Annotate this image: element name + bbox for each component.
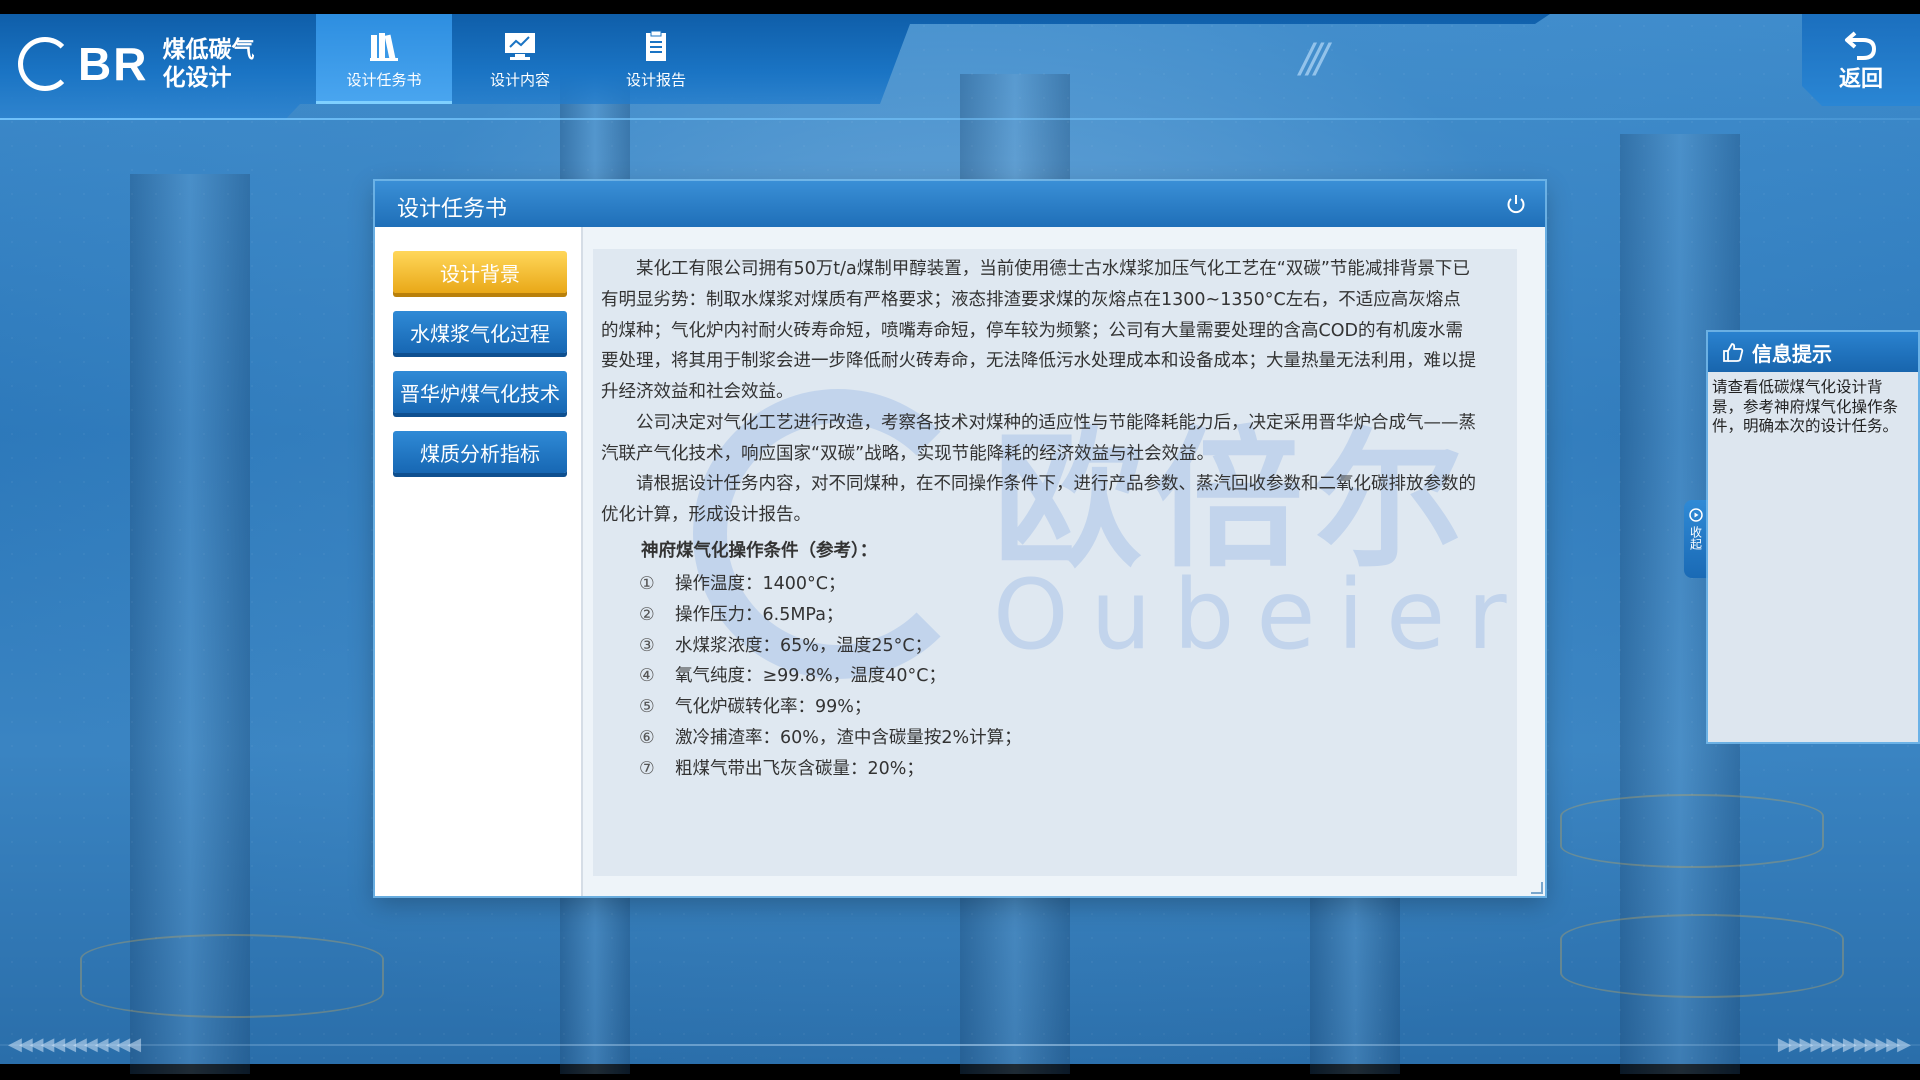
info-panel: 信息提示 请查看低碳煤气化设计背景，参考神府煤气化操作条件，明确本次的设计任务。 [1708, 332, 1918, 742]
books-icon [370, 32, 398, 61]
footer-arrows-left: ◀◀◀◀◀◀◀◀◀◀◀◀ [8, 1034, 141, 1055]
monitor-icon [505, 32, 535, 60]
content-panel[interactable]: 欧倍尔 Oubeier 某化工有限公司拥有50万t/a煤制甲醇装置，当前使用德士… [593, 249, 1517, 876]
back-label: 返回 [1838, 67, 1883, 92]
sidebar-item-label: 晋华炉煤气化技术 [400, 381, 560, 406]
sidebar-item-slurry-gasification[interactable]: 水煤浆气化过程 [393, 311, 567, 353]
app-logo: BR 煤低碳气化设计 [18, 36, 272, 92]
nav-tab-design-report[interactable]: 设计报告 [588, 14, 724, 104]
sidebar-item-coal-analysis[interactable]: 煤质分析指标 [393, 431, 567, 473]
list-item: ⑦ 粗煤气带出飞灰含碳量：20%； [639, 754, 1022, 785]
sidebar-item-label: 设计背景 [440, 261, 520, 286]
sidebar-item-label: 水煤浆气化过程 [410, 321, 550, 346]
collapse-info-button[interactable]: 收起 [1684, 500, 1708, 578]
dialog-title-bar: 设计任务书 [375, 181, 1545, 227]
header-decoration: /// [1300, 36, 1329, 82]
item-number: ④ [639, 666, 655, 687]
item-number: ⑤ [639, 697, 655, 718]
nav-tab-design-content[interactable]: 设计内容 [452, 14, 588, 104]
nav-tab-design-brief[interactable]: 设计任务书 [316, 14, 452, 104]
list-item: ③ 水煤浆浓度：65%，温度25°C； [639, 631, 1022, 662]
resize-grip[interactable] [1531, 882, 1543, 894]
list-item: ④ 氧气纯度：≥99.8%，温度40°C； [639, 661, 1022, 692]
thumbs-up-icon [1723, 343, 1744, 362]
item-text: 粗煤气带出飞灰含碳量：20%； [675, 758, 924, 779]
paragraph-2: 公司决定对气化工艺进行改造，考察各技术对煤种的适应性与节能降耗能力后，决定采用晋… [601, 413, 1476, 464]
dialog-title: 设计任务书 [397, 197, 508, 222]
item-text: 水煤浆浓度：65%，温度25°C； [675, 635, 933, 656]
power-icon[interactable] [1505, 193, 1527, 215]
watermark-en: Oubeier [993, 559, 1517, 671]
logo-text: BR [78, 38, 149, 90]
item-text: 操作压力：6.5MPa； [675, 604, 844, 625]
item-text: 气化炉碳转化率：99%； [675, 697, 872, 718]
nav-label: 设计任务书 [346, 70, 422, 89]
design-brief-dialog: 设计任务书 设计背景 水煤浆气化过程 晋华炉煤气化技术 煤质分析指标 欧倍尔 O… [375, 181, 1545, 896]
item-number: ② [639, 604, 655, 625]
app-title: 煤低碳气化设计 [162, 37, 255, 91]
collapse-label: 收起 [1688, 526, 1703, 550]
dialog-sidebar: 设计背景 水煤浆气化过程 晋华炉煤气化技术 煤质分析指标 [375, 227, 583, 896]
nav-label: 设计内容 [489, 70, 550, 89]
item-number: ⑦ [639, 758, 655, 779]
item-text: 氧气纯度：≥99.8%，温度40°C； [675, 666, 946, 687]
paragraph-1: 某化工有限公司拥有50万t/a煤制甲醇装置，当前使用德士古水煤浆加压气化工艺在“… [601, 259, 1476, 403]
clipboard-icon [646, 30, 666, 61]
header-bar [0, 14, 1550, 120]
item-text: 激冷捕渣率：60%，渣中含碳量按2%计算； [675, 727, 1022, 748]
header-divider [0, 118, 1920, 120]
top-header: BR 煤低碳气化设计 设计任务书 设计内容 设计报告 /// 返回 [0, 14, 1920, 120]
logo-c-icon [18, 37, 72, 91]
play-circle-icon [1689, 508, 1703, 522]
main-nav: 设计任务书 设计内容 设计报告 [316, 14, 724, 104]
list-item: ⑤ 气化炉碳转化率：99%； [639, 692, 1022, 723]
sidebar-item-label: 煤质分析指标 [420, 441, 540, 466]
footer-arrows-right: ▶▶▶▶▶▶▶▶▶▶▶▶ [1777, 1034, 1911, 1055]
list-item: ② 操作压力：6.5MPa； [639, 600, 1022, 631]
conditions-list: ① 操作温度：1400°C； ② 操作压力：6.5MPa； ③ 水煤浆浓度：65%，温… [639, 569, 1022, 785]
item-number: ③ [639, 635, 655, 656]
item-number: ① [639, 574, 655, 594]
sidebar-item-background[interactable]: 设计背景 [393, 251, 567, 293]
nav-label: 设计报告 [625, 70, 686, 89]
footer-divider [0, 1044, 1920, 1046]
undo-arrow-icon [1845, 31, 1877, 60]
info-title: 信息提示 [1752, 341, 1832, 366]
back-button[interactable]: 返回 [1802, 14, 1920, 106]
app-screen: BR 煤低碳气化设计 设计任务书 设计内容 设计报告 /// 返回 设计任务书 … [0, 0, 1920, 1080]
info-header: 信息提示 [1708, 332, 1918, 372]
sidebar-item-jinhua-furnace[interactable]: 晋华炉煤气化技术 [393, 371, 567, 413]
info-body: 请查看低碳煤气化设计背景，参考神府煤气化操作条件，明确本次的设计任务。 [1712, 378, 1899, 435]
list-item: ① 操作温度：1400°C； [639, 569, 1022, 600]
paragraph-3: 请根据设计任务内容，对不同煤种，在不同操作条件下，进行产品参数、蒸汽回收参数和二… [601, 474, 1476, 525]
item-text: 操作温度：1400°C； [675, 574, 846, 594]
item-number: ⑥ [639, 727, 655, 748]
list-item: ⑥ 激冷捕渣率：60%，渣中含碳量按2%计算； [639, 723, 1022, 754]
conditions-title: 神府煤气化操作条件（参考）： [641, 541, 878, 561]
